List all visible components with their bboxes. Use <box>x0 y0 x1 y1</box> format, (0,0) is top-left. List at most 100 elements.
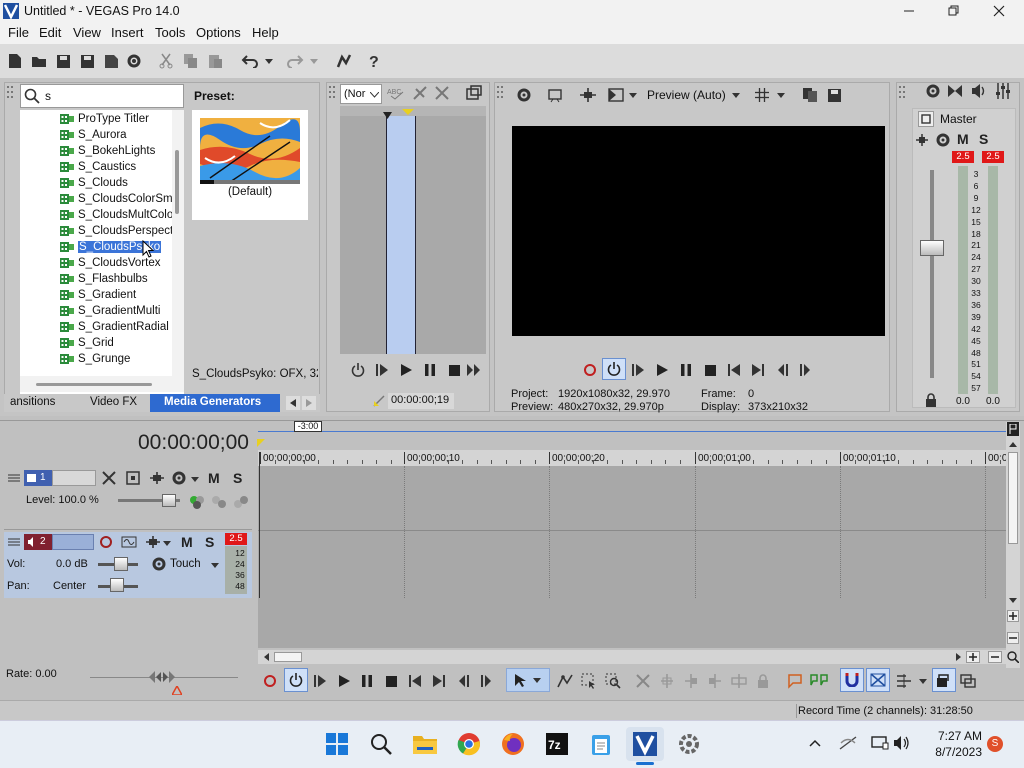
tree-item[interactable]: S_GradientMulti <box>60 303 172 319</box>
lock-envelopes-icon[interactable] <box>932 668 956 692</box>
trimmer-grip[interactable] <box>328 84 338 104</box>
audio-track-fx-icon[interactable] <box>144 534 162 550</box>
lock-icon[interactable] <box>924 392 938 408</box>
next-frame-icon[interactable] <box>466 362 482 378</box>
master-peak-right[interactable]: 2.5 <box>982 151 1004 163</box>
new-file-icon[interactable] <box>6 52 24 70</box>
taskbar-search-icon[interactable] <box>366 729 396 759</box>
split-icon[interactable] <box>730 672 748 690</box>
tree-item[interactable]: S_BokehLights <box>60 143 172 159</box>
trimmer-dropdown[interactable]: (Nor <box>340 84 382 104</box>
menu-help[interactable]: Help <box>252 25 279 40</box>
trimmer-selection[interactable] <box>386 116 416 354</box>
tree-item[interactable]: S_Grunge <box>60 351 172 367</box>
tab-transitions[interactable]: ansitions <box>10 396 55 408</box>
snapping-magnet-icon[interactable] <box>840 668 864 692</box>
preview-settings-gear-icon[interactable] <box>514 86 534 104</box>
timeline-loop-icon[interactable] <box>284 668 308 692</box>
timeline-pause-icon[interactable] <box>359 674 375 688</box>
notepad-icon[interactable] <box>586 729 616 759</box>
redo-dropdown-icon[interactable] <box>309 56 319 66</box>
tree-item[interactable]: S_CloudsPerspect <box>60 223 172 239</box>
auto-ripple-icon[interactable] <box>894 672 914 690</box>
scrollbar-thumb[interactable] <box>175 150 179 214</box>
loop-playback-icon[interactable] <box>602 358 626 380</box>
preview-pause-icon[interactable] <box>678 362 694 378</box>
timeline-horizontal-scrollbar[interactable] <box>258 650 1006 664</box>
render-icon[interactable] <box>102 52 120 70</box>
close-icon[interactable] <box>986 0 1012 22</box>
search-input[interactable]: s <box>45 89 51 103</box>
go-to-end-icon[interactable] <box>750 362 766 378</box>
rate-handle-icon[interactable] <box>148 670 176 684</box>
tab-media-generators[interactable]: Media Generators <box>150 394 280 412</box>
composite-mode-icon[interactable] <box>188 494 206 510</box>
spelling-icon[interactable]: ABC <box>386 84 406 102</box>
tab-video-fx[interactable]: Video FX <box>90 396 137 408</box>
master-settings-gear-icon[interactable] <box>924 82 942 100</box>
automation-dropdown-icon[interactable] <box>210 560 220 570</box>
video-track-name[interactable] <box>52 470 96 486</box>
preview-play-icon[interactable] <box>654 362 670 378</box>
redo-icon[interactable] <box>285 52 305 70</box>
cursor-marker-icon[interactable] <box>256 438 266 448</box>
tree-item[interactable]: S_Clouds <box>60 175 172 191</box>
menu-insert[interactable]: Insert <box>111 25 144 40</box>
timeline-vertical-scrollbar[interactable] <box>1006 422 1020 668</box>
video-track-gear-icon[interactable] <box>170 470 188 486</box>
properties-gear-icon[interactable] <box>125 52 143 70</box>
pan-handle[interactable] <box>110 578 124 592</box>
preview-quality-chevron-icon[interactable] <box>730 90 742 100</box>
volume-icon[interactable] <box>892 734 912 752</box>
start-button-icon[interactable] <box>322 729 352 759</box>
timeline-previous-frame-icon[interactable] <box>455 674 471 688</box>
trim-icon[interactable] <box>658 672 676 690</box>
timeline-play-icon[interactable] <box>336 674 352 688</box>
tree-horizontal-scrollbar[interactable] <box>20 376 184 392</box>
record-icon[interactable] <box>582 362 598 378</box>
master-peak-left[interactable]: 2.5 <box>952 151 974 163</box>
undo-dropdown-icon[interactable] <box>264 56 274 66</box>
arm-record-icon[interactable] <box>97 534 115 550</box>
help-question-icon[interactable]: ? <box>364 52 384 70</box>
preset-thumbnail[interactable] <box>200 118 300 184</box>
settings-gear-icon[interactable] <box>674 729 704 759</box>
preview-quality-dropdown[interactable]: Preview (Auto) <box>647 88 726 102</box>
menu-file[interactable]: File <box>8 25 29 40</box>
tree-item[interactable]: S_Gradient <box>60 287 172 303</box>
event-pan-crop-icon[interactable] <box>334 52 354 70</box>
playhead[interactable] <box>259 452 260 598</box>
open-folder-icon[interactable] <box>30 52 48 70</box>
marker-menu-icon[interactable] <box>1007 422 1019 436</box>
in-marker-icon[interactable] <box>382 110 392 120</box>
master-fader-track[interactable] <box>930 170 934 378</box>
volume-handle[interactable] <box>114 557 128 571</box>
audio-fx-dropdown-icon[interactable] <box>162 538 172 548</box>
go-to-start-icon[interactable] <box>726 362 742 378</box>
zoom-out-vertical-icon[interactable] <box>1007 632 1019 644</box>
preview-stop-icon[interactable] <box>702 362 718 378</box>
tab-scroll-left-icon[interactable] <box>286 396 300 410</box>
tree-item[interactable]: S_GradientRadial <box>60 319 172 335</box>
make-compositing-child-icon[interactable] <box>210 494 228 510</box>
search-box[interactable]: s <box>20 84 184 108</box>
speaker-icon[interactable] <box>970 82 988 100</box>
audio-track-name[interactable] <box>52 534 94 550</box>
tree-item[interactable]: ProType Titler <box>60 111 172 127</box>
normal-edit-tool-icon[interactable] <box>506 668 550 692</box>
zoom-in-vertical-icon[interactable] <box>1007 610 1019 622</box>
auto-crossfades-icon[interactable] <box>866 668 890 692</box>
track-area[interactable] <box>258 466 1006 598</box>
display-icon[interactable] <box>870 734 890 752</box>
master-mute-button[interactable]: M <box>957 131 969 147</box>
selection-edit-tool-icon[interactable] <box>580 672 598 690</box>
hscroll-thumb[interactable] <box>274 652 302 662</box>
minimize-icon[interactable] <box>896 0 922 22</box>
zoom-tool-icon[interactable] <box>1006 651 1020 663</box>
video-level-handle[interactable] <box>162 494 176 507</box>
zoom-edit-tool-icon[interactable] <box>604 672 622 690</box>
play-icon[interactable] <box>398 362 414 378</box>
panel-grip[interactable] <box>6 84 16 104</box>
audio-solo-button[interactable]: S <box>205 534 214 550</box>
hscroll-left-icon[interactable] <box>260 651 272 663</box>
